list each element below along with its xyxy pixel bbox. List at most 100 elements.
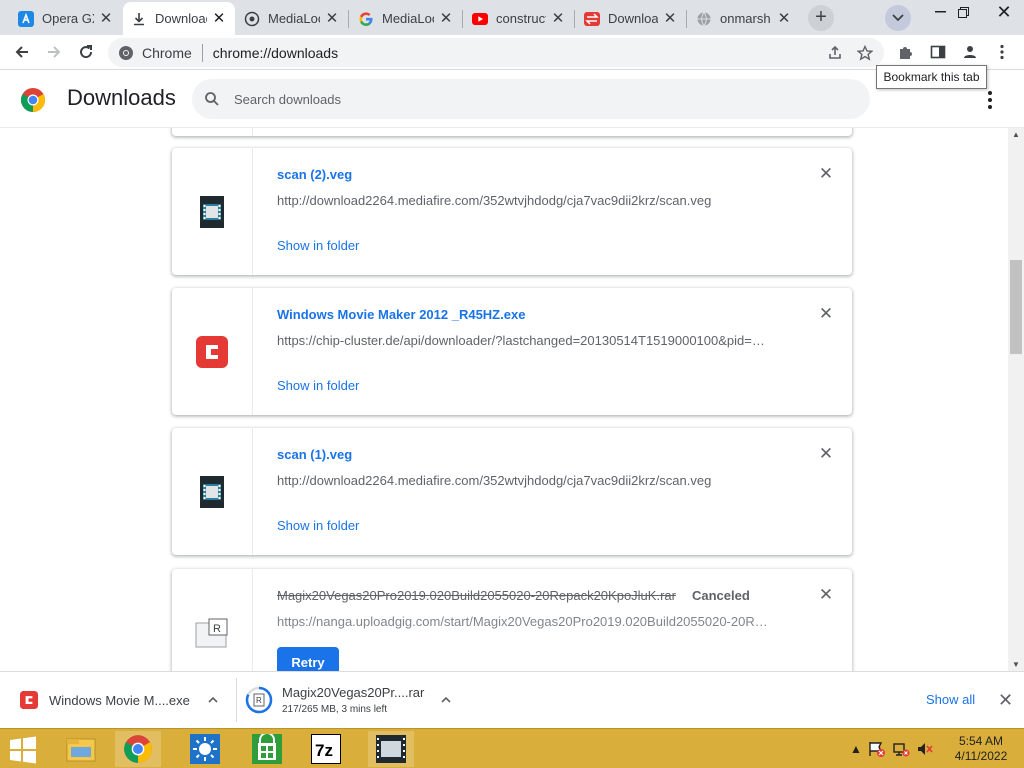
chip-app-icon xyxy=(20,691,38,709)
show-in-folder-link[interactable]: Show in folder xyxy=(277,238,359,253)
film-file-icon xyxy=(200,475,224,508)
tab-downloads-2[interactable]: Downloads ✕ xyxy=(576,2,686,35)
divider xyxy=(201,43,203,62)
file-name-canceled: Magix20Vegas20Pro2019.020Build2055020-20… xyxy=(277,588,676,603)
remove-download-button[interactable]: ✕ xyxy=(818,305,834,322)
close-icon[interactable]: ✕ xyxy=(324,10,340,27)
red-download-icon xyxy=(584,11,600,27)
tab-search-button[interactable] xyxy=(885,5,911,31)
close-icon[interactable]: ✕ xyxy=(98,10,114,27)
site-info[interactable]: Chrome xyxy=(118,45,192,61)
search-icon xyxy=(205,92,219,106)
tab-label: MediaLoot xyxy=(382,11,434,26)
windows-taskbar: 7z ▲ 5:54 AM 4/11/2022 xyxy=(0,728,1024,768)
scroll-thumb[interactable] xyxy=(1010,260,1022,354)
shelf-item[interactable]: Windows Movie M....exe xyxy=(12,678,232,722)
tab-downloads[interactable]: Downloads ✕ xyxy=(123,2,235,35)
file-url[interactable]: https://chip-cluster.de/api/downloader/?… xyxy=(277,333,772,348)
tab-separator xyxy=(348,10,349,28)
taskbar-file-explorer[interactable] xyxy=(58,731,104,767)
search-box[interactable] xyxy=(192,79,870,119)
file-name-link[interactable]: scan (1).veg xyxy=(277,447,352,462)
app-store-icon xyxy=(18,10,34,27)
tab-medialoot-2[interactable]: MediaLoot ✕ xyxy=(350,2,462,35)
tab-label: construct xyxy=(496,11,546,26)
file-url[interactable]: http://download2264.mediafire.com/352wtv… xyxy=(277,473,772,488)
vertical-scrollbar[interactable]: ▲ ▼ xyxy=(1008,128,1024,671)
download-card: scan (1).veg http://download2264.mediafi… xyxy=(172,428,852,555)
chrome-icon xyxy=(124,735,152,763)
file-name-link[interactable]: scan (2).veg xyxy=(277,167,352,182)
taskbar-weather[interactable] xyxy=(182,731,228,767)
tray-expand-icon[interactable]: ▲ xyxy=(850,742,862,756)
download-card: scan (2).veg http://download2264.mediafi… xyxy=(172,148,852,275)
back-button[interactable] xyxy=(8,38,36,66)
taskbar-store[interactable] xyxy=(244,731,290,767)
tab-onmarsh[interactable]: onmarsh ✕ xyxy=(688,2,800,35)
close-icon[interactable]: ✕ xyxy=(438,10,454,27)
forward-button[interactable] xyxy=(40,38,68,66)
volume-muted-icon[interactable] xyxy=(916,741,934,757)
close-icon[interactable]: ✕ xyxy=(776,10,792,27)
taskbar-chrome[interactable] xyxy=(115,731,161,767)
system-clock[interactable]: 5:54 AM 4/11/2022 xyxy=(950,734,1012,764)
tab-label: Downloads xyxy=(608,11,658,26)
side-panel-button[interactable] xyxy=(924,38,952,66)
shelf-item-name: Magix20Vegas20Pr....rar xyxy=(282,685,425,700)
chevron-up-icon[interactable] xyxy=(441,696,451,703)
shelf-item[interactable]: R Magix20Vegas20Pr....rar 217/265 MB, 3 … xyxy=(245,678,465,722)
weather-icon xyxy=(190,734,220,764)
scroll-up-arrow[interactable]: ▲ xyxy=(1012,130,1020,139)
film-file-icon xyxy=(200,195,224,228)
action-center-flag-icon[interactable] xyxy=(868,741,886,757)
tab-strip: Opera GX ✕ Downloads ✕ MediaLoot ✕ Media… xyxy=(0,0,1024,35)
retry-button[interactable]: Retry xyxy=(277,647,339,671)
chevron-up-icon[interactable] xyxy=(208,696,218,703)
svg-text:R: R xyxy=(213,623,221,635)
downloads-menu-button[interactable] xyxy=(980,88,1000,112)
file-url[interactable]: http://download2264.mediafire.com/352wtv… xyxy=(277,193,772,208)
close-shelf-button[interactable]: ✕ xyxy=(998,690,1013,711)
tab-label: onmarsh xyxy=(720,11,771,26)
url-text[interactable]: chrome://downloads xyxy=(213,45,338,61)
extensions-button[interactable] xyxy=(892,38,920,66)
remove-download-button[interactable]: ✕ xyxy=(818,586,834,603)
downloads-header: Downloads xyxy=(0,70,1024,128)
close-window-button[interactable]: ✕ xyxy=(984,0,1024,24)
kebab-menu-icon xyxy=(1000,44,1004,60)
search-input[interactable] xyxy=(234,91,834,107)
site-label: Chrome xyxy=(142,44,192,61)
close-icon[interactable]: ✕ xyxy=(211,10,227,27)
new-tab-button[interactable]: + xyxy=(808,5,834,31)
reload-button[interactable] xyxy=(72,38,100,66)
tab-medialoot-1[interactable]: MediaLoot ✕ xyxy=(236,2,348,35)
browser-menu-button[interactable] xyxy=(988,38,1016,66)
taskbar-7zip[interactable]: 7z xyxy=(303,731,349,767)
scroll-down-arrow[interactable]: ▼ xyxy=(1012,660,1020,669)
tab-construct[interactable]: construct ✕ xyxy=(464,2,574,35)
show-in-folder-link[interactable]: Show in folder xyxy=(277,518,359,533)
profile-button[interactable] xyxy=(956,38,984,66)
tab-separator xyxy=(686,10,687,28)
remove-download-button[interactable]: ✕ xyxy=(818,445,834,462)
tab-label: Opera GX xyxy=(42,11,94,26)
7zip-icon: 7z xyxy=(311,734,341,764)
bookmark-star-icon[interactable] xyxy=(852,40,878,66)
close-icon[interactable]: ✕ xyxy=(550,10,566,27)
remove-download-button[interactable]: ✕ xyxy=(818,165,834,182)
windows-start-icon[interactable] xyxy=(8,735,38,765)
tab-opera-gx[interactable]: Opera GX ✕ xyxy=(10,2,122,35)
file-url[interactable]: https://nanga.uploadgig.com/start/Magix2… xyxy=(277,614,772,629)
file-name-link[interactable]: Windows Movie Maker 2012 _R45HZ.exe xyxy=(277,307,525,322)
restore-button[interactable] xyxy=(943,0,983,24)
taskbar-video-editor[interactable] xyxy=(368,731,414,767)
tab-separator xyxy=(574,10,575,28)
show-all-link[interactable]: Show all xyxy=(926,692,975,707)
close-icon[interactable]: ✕ xyxy=(662,10,678,27)
address-bar[interactable]: Chrome chrome://downloads xyxy=(108,38,884,67)
chevron-down-icon xyxy=(892,14,904,22)
network-icon[interactable] xyxy=(892,741,910,757)
show-in-folder-link[interactable]: Show in folder xyxy=(277,378,359,393)
rar-file-icon: R xyxy=(195,618,228,647)
share-icon[interactable] xyxy=(822,40,848,66)
